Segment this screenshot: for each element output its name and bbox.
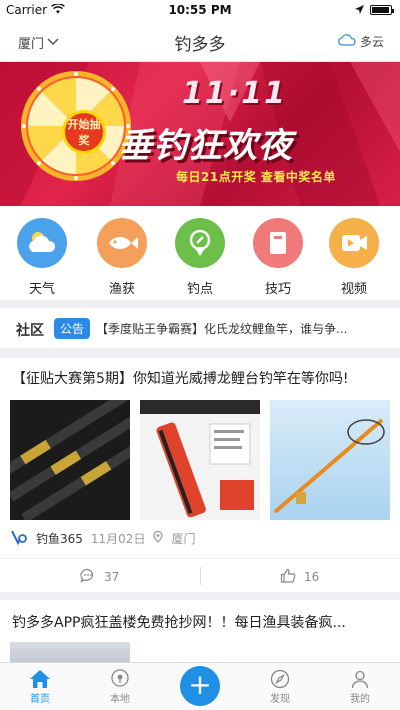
tab-label: 本地 [110, 694, 130, 705]
tab-label: 我的 [350, 694, 370, 705]
notice-badge: 公告 [54, 318, 91, 339]
action-divider [200, 567, 201, 585]
status-time: 10:55 PM [168, 3, 232, 17]
tab-bar: 首页 本地 + 发现 我的 [0, 662, 400, 710]
battery-icon [370, 5, 394, 15]
location-icon [175, 218, 225, 268]
post-add-button[interactable]: + [180, 666, 220, 706]
book-icon [253, 218, 303, 268]
user-icon [330, 668, 390, 690]
community-title: 社区 [16, 323, 44, 339]
status-bar: Carrier 10:55 PM [0, 0, 400, 20]
shortcut-spots[interactable]: 钓点 [170, 218, 230, 297]
location-arrow-icon [355, 3, 364, 17]
shortcut-weather[interactable]: 天气 [12, 218, 72, 297]
shortcut-tips[interactable]: 技巧 [248, 218, 308, 297]
post-images [10, 400, 390, 520]
tab-label: 首页 [30, 694, 50, 705]
weather-icon [17, 218, 67, 268]
shortcut-label: 视频 [340, 282, 367, 297]
weather-indicator[interactable]: 多云 [338, 33, 384, 50]
banner-subtitle: 每日21点开奖 查看中奖名单 [176, 170, 336, 184]
like-count: 16 [304, 570, 320, 584]
fish-icon [97, 218, 147, 268]
lottery-wheel[interactable]: 开始抽奖 [20, 70, 132, 182]
weather-label: 多云 [359, 35, 384, 49]
banner-date: 11·11 [182, 76, 287, 111]
shortcut-label: 渔获 [108, 282, 135, 297]
post-image[interactable] [10, 642, 130, 664]
cloud-icon [338, 34, 356, 49]
shortcut-video[interactable]: 视频 [324, 218, 384, 297]
thumbs-up-icon [280, 568, 296, 586]
post-meta: 钓鱼365 11月02日 厦门 [10, 528, 195, 548]
post-image[interactable] [140, 400, 260, 520]
tab-mine[interactable]: 我的 [330, 668, 390, 705]
author-avatar[interactable] [10, 528, 28, 549]
shortcut-label: 钓点 [186, 282, 213, 297]
shortcut-grid: 天气 渔获 钓点 技巧 视频 [0, 206, 400, 300]
ticker-text[interactable]: 【季度贴王争霸赛】化氏龙纹鲤鱼竿，谁与争... [96, 320, 386, 337]
map-pin-icon [153, 530, 164, 546]
comment-button[interactable]: 37 [80, 568, 119, 586]
video-icon [329, 218, 379, 268]
post-image[interactable] [10, 400, 130, 520]
status-right [355, 3, 394, 17]
post-image[interactable] [270, 400, 390, 520]
tab-home[interactable]: 首页 [10, 668, 70, 705]
post-card[interactable]: 【征贴大赛第5期】你知道光威搏龙鲤台钓竿在等你吗! 钓鱼365 11月02日 厦… [0, 358, 400, 592]
shortcut-catch[interactable]: 渔获 [92, 218, 152, 297]
community-ticker[interactable]: 社区 公告 【季度贴王争霸赛】化氏龙纹鲤鱼竿，谁与争... [0, 308, 400, 348]
comment-icon [80, 568, 96, 586]
post-title[interactable]: 【征贴大赛第5期】你知道光威搏龙鲤台钓竿在等你吗! [12, 368, 392, 388]
promo-banner[interactable]: 开始抽奖 11·11 垂钓狂欢夜 每日21点开奖 查看中奖名单 [0, 62, 400, 206]
home-icon [10, 668, 70, 690]
tab-discover[interactable]: 发现 [250, 668, 310, 705]
post-title[interactable]: 钓多多APP疯狂盖楼免费抢抄网！！每日渔具装备疯... [12, 612, 388, 632]
banner-headline: 垂钓狂欢夜 [118, 126, 293, 166]
shortcut-label: 天气 [28, 282, 55, 297]
post-actions: 37 16 [0, 558, 400, 592]
tab-label: 发现 [270, 694, 290, 705]
like-button[interactable]: 16 [280, 568, 319, 586]
post-author[interactable]: 钓鱼365 [36, 530, 83, 547]
post-card-2[interactable]: 钓多多APP疯狂盖楼免费抢抄网！！每日渔具装备疯... [0, 600, 400, 664]
map-pin-icon [90, 668, 150, 690]
shortcut-label: 技巧 [264, 282, 291, 297]
wheel-start-button[interactable]: 开始抽奖 [62, 110, 106, 154]
post-date: 11月02日 [90, 531, 146, 546]
comment-count: 37 [104, 570, 120, 584]
nav-bar: 厦门 钓多多 多云 [0, 20, 400, 62]
post-location: 厦门 [171, 531, 196, 546]
compass-icon [250, 668, 310, 690]
tab-local[interactable]: 本地 [90, 668, 150, 705]
